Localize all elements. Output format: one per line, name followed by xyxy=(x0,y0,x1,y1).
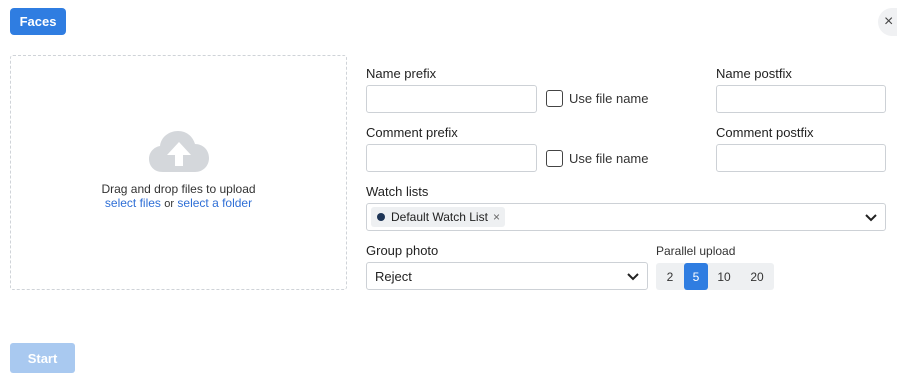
checkbox-box[interactable] xyxy=(546,90,563,107)
comment-use-file-name-checkbox[interactable]: Use file name xyxy=(546,150,648,167)
watch-list-color-dot xyxy=(377,213,385,221)
use-file-name-label: Use file name xyxy=(569,91,649,106)
comment-postfix-label: Comment postfix xyxy=(716,125,814,140)
use-file-name-label: Use file name xyxy=(569,151,649,166)
chevron-down-icon[interactable] xyxy=(627,271,639,281)
close-icon: × xyxy=(884,13,894,30)
cloud-upload-icon xyxy=(149,131,209,172)
parallel-option-20[interactable]: 20 xyxy=(740,263,774,290)
start-button[interactable]: Start xyxy=(10,343,75,373)
checkbox-box[interactable] xyxy=(546,150,563,167)
comment-postfix-input[interactable] xyxy=(716,144,886,172)
parallel-upload-segmented[interactable]: 2 5 10 20 xyxy=(656,263,774,290)
group-photo-value: Reject xyxy=(375,268,412,284)
name-prefix-input[interactable] xyxy=(366,85,537,113)
name-postfix-input[interactable] xyxy=(716,85,886,113)
file-dropzone[interactable]: Drag and drop files to upload select fil… xyxy=(10,55,347,290)
parallel-option-5[interactable]: 5 xyxy=(684,263,708,290)
faces-tab-button[interactable]: Faces xyxy=(10,8,66,35)
watch-lists-label: Watch lists xyxy=(366,184,429,199)
close-button[interactable]: × xyxy=(878,8,897,36)
select-folder-link[interactable]: select a folder xyxy=(177,196,252,210)
comment-prefix-label: Comment prefix xyxy=(366,125,458,140)
parallel-option-2[interactable]: 2 xyxy=(656,263,684,290)
chevron-down-icon[interactable] xyxy=(865,212,877,222)
name-prefix-label: Name prefix xyxy=(366,66,437,81)
name-use-file-name-checkbox[interactable]: Use file name xyxy=(546,90,648,107)
group-photo-select[interactable]: Reject xyxy=(366,262,648,290)
or-text: or xyxy=(164,198,175,210)
comment-prefix-input[interactable] xyxy=(366,144,537,172)
watch-list-chip-label: Default Watch List xyxy=(391,210,488,224)
chip-remove-icon[interactable]: × xyxy=(493,210,500,224)
parallel-upload-label: Parallel upload xyxy=(656,244,736,258)
name-postfix-label: Name postfix xyxy=(716,66,792,81)
watch-lists-select[interactable]: Default Watch List × xyxy=(366,203,886,231)
group-photo-label: Group photo xyxy=(366,243,439,258)
watch-list-chip: Default Watch List × xyxy=(371,207,505,227)
dropzone-instruction: Drag and drop files to upload xyxy=(101,182,256,196)
parallel-option-10[interactable]: 10 xyxy=(708,263,740,290)
select-files-link[interactable]: select files xyxy=(105,196,161,210)
